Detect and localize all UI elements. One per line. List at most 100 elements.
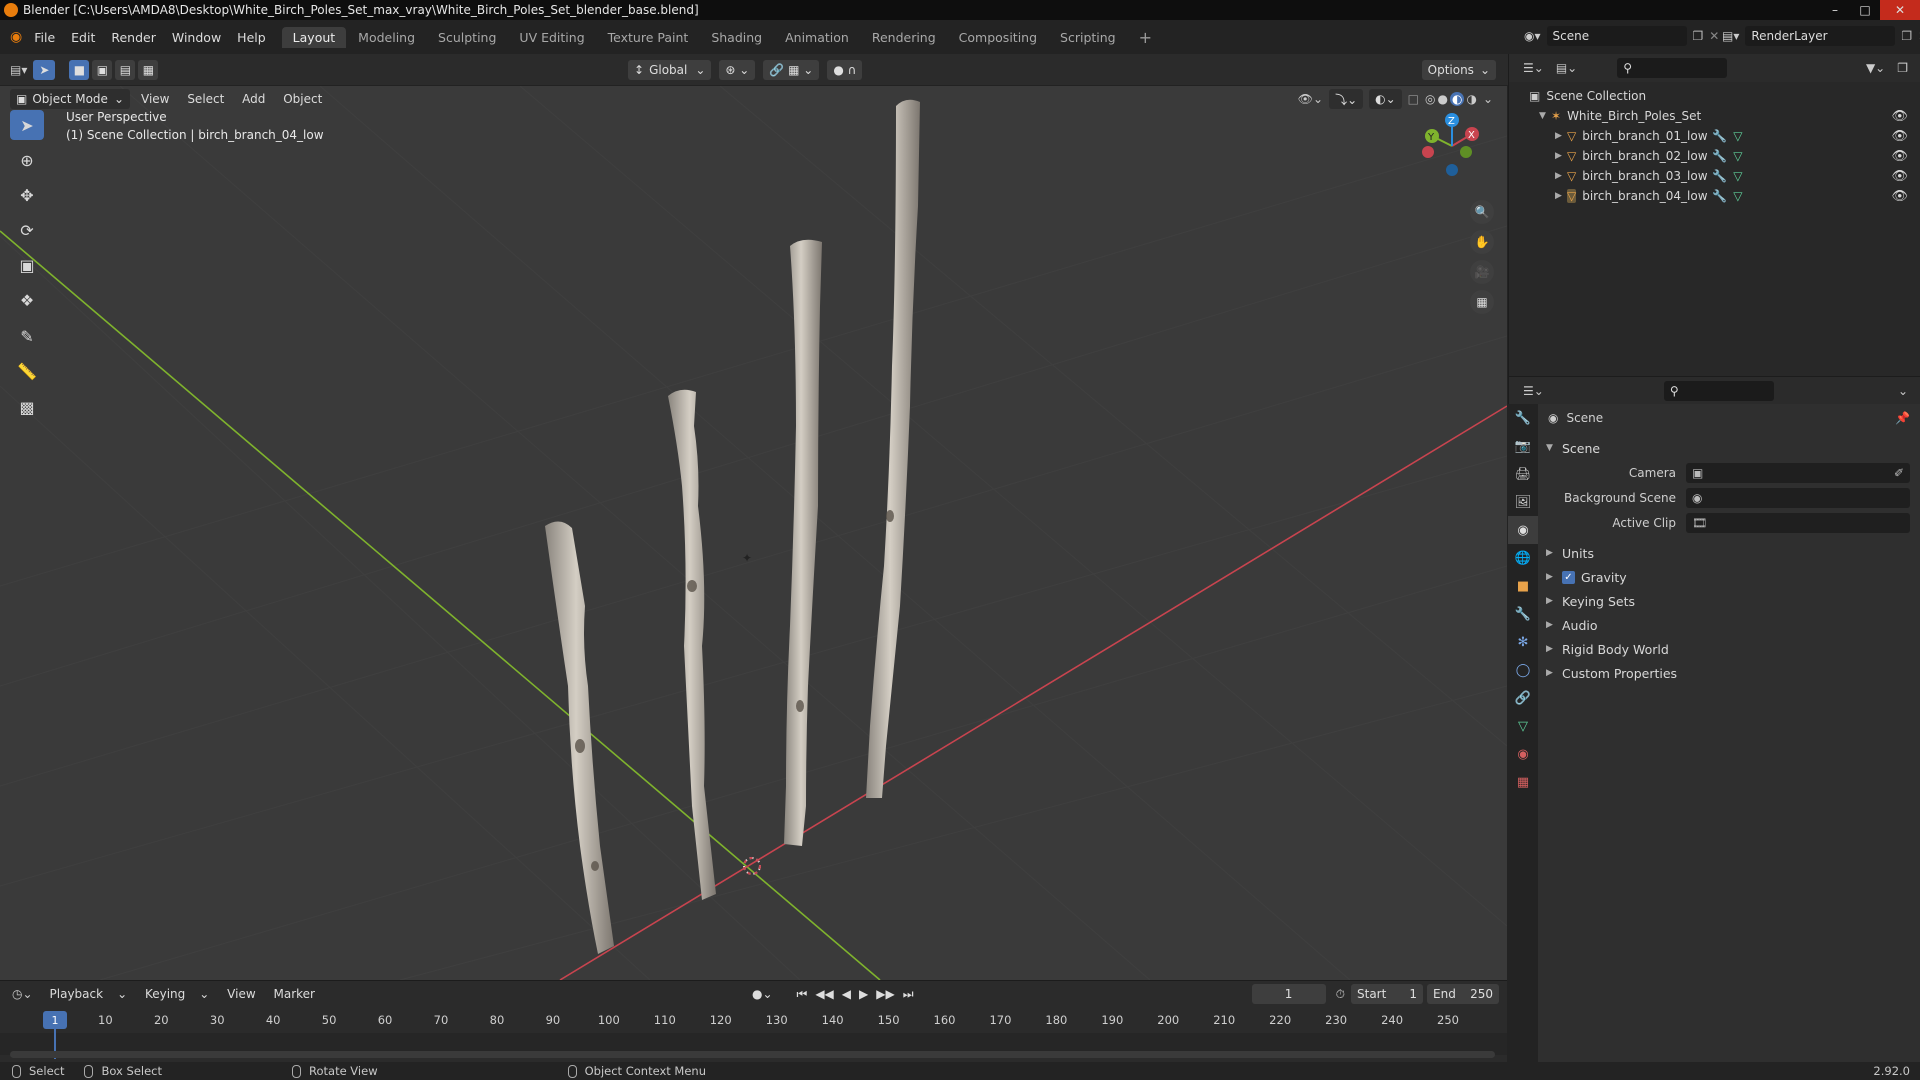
timeline-scrollbar[interactable] [10,1051,1495,1058]
prev-keyframe-icon[interactable]: ◀◀ [815,987,833,1002]
units-panel-header[interactable]: ▶ Units [1538,541,1920,565]
chevron-down-icon[interactable]: ⌄ [1483,92,1493,106]
birch-branch-03[interactable] [784,239,822,846]
world-tab-icon[interactable]: 🌐 [1508,544,1538,572]
scene-field[interactable]: Scene [1546,26,1687,46]
chevron-down-icon[interactable]: ⌄ [1898,384,1908,398]
rendered-shading-icon[interactable]: ◑ [1466,92,1476,106]
visibility-eye-icon[interactable]: 👁 [1891,109,1908,124]
tab-layout[interactable]: Layout [281,26,347,48]
maximize-icon[interactable]: □ [1850,0,1880,20]
select-tool-icon[interactable]: ➤ [33,60,56,80]
pan-hand-icon[interactable]: ✋ [1470,230,1494,254]
menu-playback[interactable]: Playback [43,987,111,1001]
menu-select[interactable]: Select [180,92,231,106]
proportional-edit-toggle[interactable]: ● ∩ [827,60,863,80]
tab-modeling[interactable]: Modeling [347,27,426,48]
add-workspace-icon[interactable]: + [1128,25,1163,50]
new-collection-icon[interactable]: ❐ [1897,61,1908,75]
menu-help[interactable]: Help [229,30,274,45]
playhead-frame-indicator[interactable]: 1 [43,1011,67,1029]
visibility-eye-icon[interactable]: 👁 [1891,169,1908,184]
display-mode-icon[interactable]: ▤⌄ [1556,61,1577,75]
transform-tool-icon[interactable]: ❖ [10,285,44,315]
jump-start-icon[interactable]: ⏮ [797,987,808,1002]
modifiers-tab-icon[interactable]: 🔧 [1508,600,1538,628]
snap-toggle[interactable]: 🔗 ▦ ⌄ [763,60,820,80]
custom-properties-panel-header[interactable]: ▶ Custom Properties [1538,661,1920,685]
current-frame-field[interactable]: 1 [1251,984,1326,1004]
blender-menu-icon[interactable]: ◉ [10,29,22,45]
menu-view[interactable]: View [134,92,176,106]
visibility-eye-icon[interactable]: 👁 [1891,129,1908,144]
cursor-tool-icon[interactable]: ⊕ [10,145,44,175]
gravity-panel-header[interactable]: ▶ ✓ Gravity [1538,565,1920,589]
outliner-editor-icon[interactable]: ☰⌄ [1523,61,1544,75]
select-new-icon[interactable]: ■ [69,60,90,80]
3d-viewport[interactable]: ✦ ▣ Object Mode ⌄ View Select Add Object… [0,86,1507,980]
object-mode-dropdown[interactable]: ▣ Object Mode ⌄ [10,89,130,109]
navigation-gizmo[interactable]: X Y Z [1410,106,1490,186]
visibility-eye-icon[interactable]: 👁 [1891,189,1908,204]
properties-editor-icon[interactable]: ☰⌄ [1523,384,1544,398]
outliner-row-collection[interactable]: ▼ ✶ White_Birch_Poles_Set 👁 [1509,106,1920,126]
outliner-row-object[interactable]: ▶ ▽ birch_branch_01_low 🔧 ▽ 👁 [1509,126,1920,146]
tab-uv-editing[interactable]: UV Editing [508,27,595,48]
birch-branch-01[interactable] [545,521,614,954]
constraints-tab-icon[interactable]: 🔗 [1508,684,1538,712]
select-invert-icon[interactable]: ▦ [138,60,159,80]
menu-add[interactable]: Add [235,92,272,106]
background-scene-field[interactable]: ◉ [1686,487,1910,508]
view-layer-icon[interactable]: ▤▾ [1722,29,1739,43]
render-tab-icon[interactable]: 📷 [1508,432,1538,460]
select-extend-icon[interactable]: ▣ [92,60,113,80]
expand-arrow-icon[interactable]: ▶ [1555,191,1567,201]
new-view-layer-icon[interactable]: ❐ [1901,29,1912,43]
scale-tool-icon[interactable]: ▣ [10,250,44,280]
add-cube-tool-icon[interactable]: ▩ [10,392,44,422]
expand-arrow-icon[interactable]: ▼ [1539,111,1551,121]
view-layer-tab-icon[interactable]: 🖼 [1508,488,1538,516]
tab-rendering[interactable]: Rendering [861,27,947,48]
camera-view-icon[interactable]: 🎥 [1470,260,1494,284]
gizmo-toggle-icon[interactable]: ⤵⌄ [1329,89,1364,109]
options-dropdown[interactable]: Options ⌄ [1421,60,1496,80]
birch-branch-02[interactable] [668,389,716,900]
scene-panel-header[interactable]: ▼ Scene [1538,436,1920,460]
tab-scripting[interactable]: Scripting [1049,27,1127,48]
scene-tab-icon[interactable]: ◉ [1508,516,1538,544]
outliner-row-scene-collection[interactable]: ▣ Scene Collection [1509,86,1920,106]
filter-icon[interactable]: ▼⌄ [1866,61,1885,75]
overlay-toggle-icon[interactable]: ◐⌄ [1369,89,1402,109]
keying-sets-panel-header[interactable]: ▶ Keying Sets [1538,589,1920,613]
minimize-icon[interactable]: – [1820,0,1850,20]
menu-file[interactable]: File [26,30,63,45]
expand-arrow-icon[interactable]: ▶ [1555,151,1567,161]
data-tab-icon[interactable]: ▽ [1508,712,1538,740]
outliner-row-object[interactable]: ▶ ▽ birch_branch_02_low 🔧 ▽ 👁 [1509,146,1920,166]
visibility-icon[interactable]: 👁⌄ [1298,92,1323,106]
close-icon[interactable]: ✕ [1880,0,1920,20]
expand-arrow-icon[interactable]: ▶ [1555,131,1567,141]
outliner-row-object-active[interactable]: ▶ ▽ birch_branch_04_low 🔧 ▽ 👁 [1509,186,1920,206]
new-scene-icon[interactable]: ❐ [1693,29,1704,43]
audio-panel-header[interactable]: ▶ Audio [1538,613,1920,637]
output-tab-icon[interactable]: 🖨 [1508,460,1538,488]
object-tab-icon[interactable]: ■ [1508,572,1538,600]
menu-keying[interactable]: Keying [138,987,192,1001]
transform-orientation-dropdown[interactable]: ↕ Global ⌄ [628,60,712,80]
jump-end-icon[interactable]: ⏭ [903,987,914,1002]
menu-object[interactable]: Object [276,92,329,106]
timeline-editor-icon[interactable]: ◷⌄ [12,987,33,1001]
physics-tab-icon[interactable]: ◯ [1508,656,1538,684]
birch-branch-04[interactable] [866,99,920,798]
menu-view[interactable]: View [220,987,262,1001]
outliner-search-input[interactable]: ⚲ [1617,58,1728,78]
tab-sculpting[interactable]: Sculpting [427,27,507,48]
stopwatch-icon[interactable]: ⏱ [1336,987,1345,1002]
measure-tool-icon[interactable]: 📏 [10,356,44,386]
tab-shading[interactable]: Shading [700,27,773,48]
camera-field[interactable]: ▣ ✐ [1686,462,1910,483]
menu-edit[interactable]: Edit [63,30,103,45]
outliner-row-object[interactable]: ▶ ▽ birch_branch_03_low 🔧 ▽ 👁 [1509,166,1920,186]
